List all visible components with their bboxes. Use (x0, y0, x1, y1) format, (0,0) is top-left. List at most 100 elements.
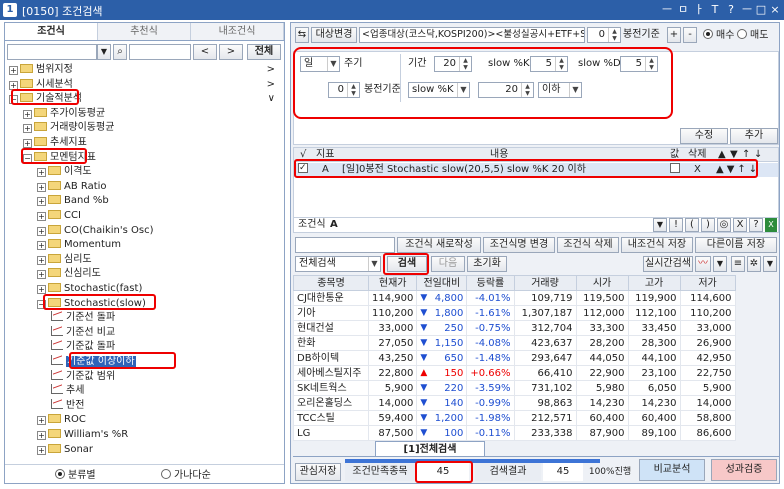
tree-node[interactable]: + 이격도 (37, 165, 281, 179)
tree-node[interactable]: + 주가이동평균 (23, 107, 281, 121)
tree-node[interactable]: + ROC (37, 413, 281, 427)
formula-dropdown-icon[interactable]: ▼ (653, 218, 667, 232)
table-row[interactable]: 한화 27,050 ▼ 1,150 -4.08% 423,637 28,200 28,300 2… (293, 335, 736, 351)
help-button[interactable]: ? (749, 218, 763, 232)
search-dropdown-icon[interactable]: ▼ (97, 44, 111, 60)
expand-icon[interactable]: + (37, 285, 46, 294)
chart-dropdown-icon[interactable]: ▼ (713, 256, 727, 272)
table-row[interactable]: TCC스틸 59,400 ▼ 1,200 -1.98% 212,571 60,400 60,4… (293, 410, 736, 426)
radio-by-category[interactable]: 분류별 (55, 469, 96, 483)
add-button[interactable]: 추가 (730, 128, 778, 144)
save-my-condition-button[interactable]: 내조건식 저장 (621, 237, 693, 253)
tree-node[interactable]: + CO(Chaikin's Osc) (37, 224, 281, 238)
chevron-icon[interactable]: > (267, 78, 275, 92)
tree-node[interactable]: + 범위지정 > (9, 63, 281, 77)
expand-icon[interactable]: + (9, 66, 18, 75)
expand-icon[interactable]: + (37, 431, 46, 440)
table-row[interactable]: 오리온홀딩스 14,000 ▼ 140 -0.99% 98,863 14,230 14,230… (293, 395, 736, 411)
tree-node[interactable]: 반전 (51, 398, 281, 413)
chevron-icon[interactable]: ∨ (268, 92, 275, 106)
table-row[interactable]: LG 87,500 ▼ 100 -0.11% 233,338 87,900 89,100 86,… (293, 425, 736, 441)
tab-all-results[interactable]: [1]전체검색 (375, 441, 485, 457)
column-header[interactable]: 현재가 (367, 275, 418, 291)
chevron-icon[interactable]: > (267, 63, 275, 77)
new-condition-button[interactable]: 조건식 새로작성 (397, 237, 481, 253)
expand-icon[interactable]: + (37, 270, 46, 280)
plus-button[interactable]: + (667, 27, 681, 43)
tree-node[interactable]: + Sonar (37, 443, 281, 457)
expand-icon[interactable]: + (37, 182, 46, 192)
column-header[interactable]: 종목명 (293, 275, 369, 291)
buy-radio[interactable]: 매수 (703, 29, 734, 42)
all-button[interactable]: 전체 (247, 44, 281, 60)
change-target-button[interactable]: 대상변경 (311, 27, 357, 43)
column-header[interactable]: 고가 (627, 275, 681, 291)
layout-icon[interactable]: ㅡ (660, 2, 674, 17)
column-header[interactable]: 전일대비 (416, 275, 468, 291)
radio-alphabetical[interactable]: 가나다순 (161, 469, 211, 483)
reset-button[interactable]: 초기화 (467, 256, 507, 272)
prev-button[interactable]: < (193, 44, 217, 60)
condition-name-input[interactable] (295, 237, 395, 253)
help-icon[interactable]: ? (724, 2, 738, 17)
expand-icon[interactable]: + (37, 445, 46, 455)
save-as-button[interactable]: 다른이름 저장 (695, 237, 777, 253)
tree-node[interactable]: + Momentum (37, 238, 281, 252)
expand-icon[interactable]: + (37, 168, 46, 178)
table-row[interactable]: CJ대한통운 114,900 ▼ 4,800 -4.01% 109,719 119,500 1… (293, 290, 736, 306)
target-icon[interactable]: ◎ (717, 218, 731, 232)
tab-recommended[interactable]: 추천식 (98, 23, 191, 40)
column-header[interactable]: 등락률 (466, 275, 515, 291)
rename-condition-button[interactable]: 조건식명 변경 (483, 237, 555, 253)
expand-icon[interactable]: + (37, 212, 46, 221)
formula-input[interactable]: A (330, 218, 338, 232)
minimize-button[interactable]: ㅡ (740, 2, 754, 17)
tree-node[interactable]: 기준선 비교 (51, 325, 281, 340)
top-bong-spinner[interactable]: 0 ▲ ▼ (587, 27, 621, 43)
table-row[interactable]: 현대건설 33,000 ▼ 250 -0.75% 312,704 33,300 33,450 3… (293, 320, 736, 336)
expand-icon[interactable]: + (37, 226, 46, 236)
target-field[interactable]: <업종대상(코스닥,KOSPI200)><불성실공시+ETF+SP (359, 27, 585, 43)
minus-button[interactable]: - (683, 27, 697, 43)
tree-node[interactable]: 기준값 범위 (51, 369, 281, 384)
tree-node[interactable]: + Band %b (37, 194, 281, 208)
refresh-icon[interactable]: ⇆ (295, 27, 309, 43)
tab-my-conditions[interactable]: 내조건식 (191, 23, 284, 40)
open-paren-button[interactable]: ( (685, 218, 699, 232)
scope-select[interactable]: 전체검색 ▼ (295, 256, 381, 272)
expand-icon[interactable]: + (23, 124, 32, 134)
expand-icon[interactable]: + (23, 109, 32, 119)
close-paren-button[interactable]: ) (701, 218, 715, 232)
tree-search-input[interactable] (7, 44, 97, 60)
tree-node[interactable]: + William's %R (37, 428, 281, 442)
table-row[interactable]: DB하이텍 43,250 ▼ 650 -1.48% 293,647 44,050 44,100… (293, 350, 736, 366)
menu-icon[interactable]: ≡ (731, 256, 745, 272)
tree-node[interactable]: 추세 (51, 384, 281, 398)
tree-node[interactable]: + CCI (37, 209, 281, 223)
sell-radio[interactable]: 매도 (737, 29, 768, 42)
table-row[interactable]: SK네트웍스 5,900 ▼ 220 -3.59% 731,102 5,980 6,050 5,… (293, 380, 736, 396)
expand-icon[interactable]: + (37, 197, 46, 207)
expand-icon[interactable]: + (37, 255, 46, 265)
pin-icon[interactable]: ㅏ (692, 2, 706, 17)
column-header[interactable]: 시가 (575, 275, 629, 291)
excel-icon[interactable]: X (765, 218, 777, 232)
expand-icon[interactable]: + (23, 139, 32, 148)
tree-node[interactable]: + 심리도 (37, 253, 281, 267)
save-watchlist-button[interactable]: 관심저장 (295, 463, 341, 481)
close-button[interactable]: × (768, 2, 782, 17)
compare-analysis-button[interactable]: 비교분석 (639, 459, 705, 481)
expand-icon[interactable]: + (37, 241, 46, 251)
maximize-button[interactable]: □ (754, 2, 768, 17)
delete-condition-button[interactable]: 조건식 삭제 (557, 237, 619, 253)
next-results-button[interactable]: 다음 (431, 256, 465, 272)
expand-icon[interactable]: + (37, 416, 46, 426)
table-row[interactable]: 세아베스틸지주 22,800 ▲ 150 +0.66% 66,410 22,900 23,10… (293, 365, 736, 381)
table-row[interactable]: 기아 110,200 ▼ 1,800 -1.61% 1,307,187 112,000 112… (293, 305, 736, 321)
link-icon[interactable]: ㅁ (676, 2, 690, 17)
tree-node[interactable]: + 거래량이동평균 (23, 121, 281, 135)
performance-verify-button[interactable]: 성과검증 (711, 459, 777, 481)
edit-button[interactable]: 수정 (680, 128, 728, 144)
tree-node[interactable]: + 신심리도 (37, 267, 281, 281)
chart-icon[interactable]: 〰 (695, 256, 711, 272)
